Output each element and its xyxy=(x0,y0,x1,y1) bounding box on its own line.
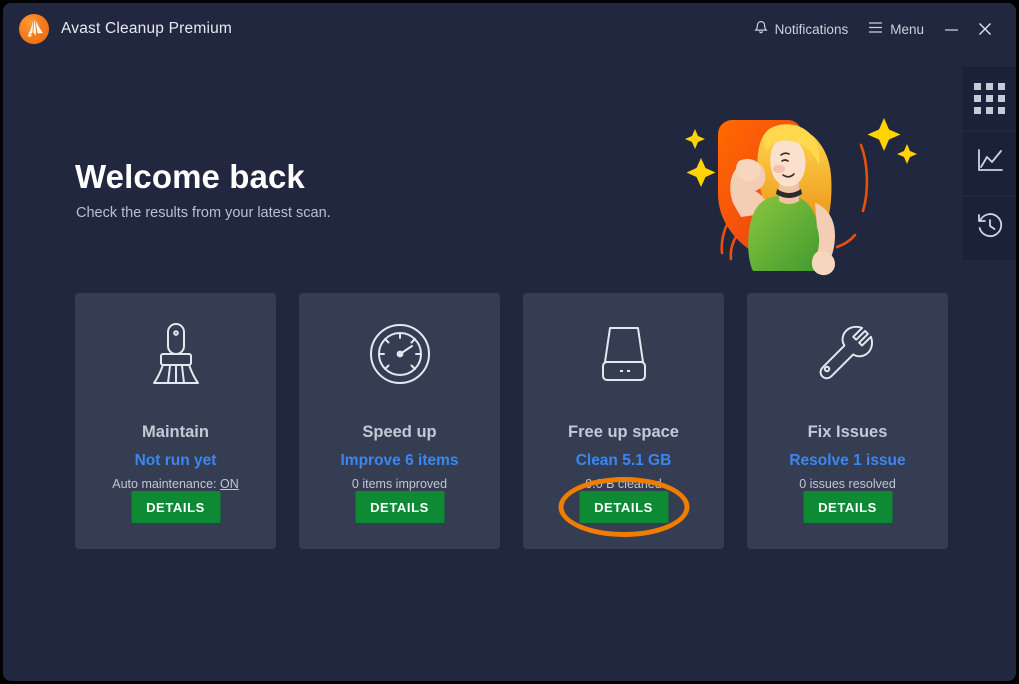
card-action-label: Clean 5.1 GB xyxy=(575,452,672,469)
page-subtitle: Check the results from your latest scan. xyxy=(76,205,331,221)
card-subtext: 0.0 B cleaned xyxy=(585,477,661,491)
line-chart-icon xyxy=(976,148,1004,179)
brand: Avast Cleanup Premium xyxy=(19,14,232,44)
card-fix-issues[interactable]: Fix Issues Resolve 1 issue 0 issues reso… xyxy=(747,293,948,549)
titlebar-controls: Notifications Menu xyxy=(744,14,1016,44)
sidebar-item-performance[interactable] xyxy=(963,132,1016,195)
title-bar: Avast Cleanup Premium Notifications Menu xyxy=(3,3,1016,55)
card-maintain[interactable]: Maintain Not run yet Auto maintenance: O… xyxy=(75,293,276,549)
details-button[interactable]: DETAILS xyxy=(355,491,444,523)
card-subtext-prefix: 0 issues resolved xyxy=(799,477,896,491)
card-action-label: Resolve 1 issue xyxy=(789,452,906,469)
speedometer-icon xyxy=(368,319,432,389)
hero-section: Welcome back Check the results from your… xyxy=(3,55,1016,285)
sidebar-item-history[interactable] xyxy=(963,197,1016,260)
feature-cards: Maintain Not run yet Auto maintenance: O… xyxy=(75,293,948,549)
card-speed-up[interactable]: Speed up Improve 6 items 0 items improve… xyxy=(299,293,500,549)
card-subtext-prefix: Auto maintenance: xyxy=(112,477,220,491)
card-title: Maintain xyxy=(142,423,209,441)
card-subtext: Auto maintenance: ON xyxy=(112,477,238,491)
sidebar-item-apps[interactable] xyxy=(963,67,1016,130)
app-title: Avast Cleanup Premium xyxy=(61,20,233,37)
card-title: Fix Issues xyxy=(807,423,888,441)
card-subtext: 0 issues resolved xyxy=(799,477,896,491)
avast-logo-icon xyxy=(19,14,49,44)
close-button[interactable] xyxy=(968,14,1002,44)
hard-drive-icon xyxy=(596,319,652,389)
broom-icon xyxy=(144,319,208,389)
hamburger-icon xyxy=(868,21,883,37)
menu-label: Menu xyxy=(890,21,924,37)
grid-apps-icon xyxy=(974,83,1005,114)
notifications-label: Notifications xyxy=(774,21,849,37)
bell-icon xyxy=(754,20,768,38)
page-title: Welcome back xyxy=(75,158,305,195)
flexing-woman-shield-illustration xyxy=(671,103,923,285)
wrench-icon xyxy=(816,319,880,389)
menu-button[interactable]: Menu xyxy=(858,15,934,43)
details-button[interactable]: DETAILS xyxy=(803,491,892,523)
card-subtext: 0 items improved xyxy=(352,477,447,491)
card-subtext-value[interactable]: ON xyxy=(220,477,239,491)
app-window: Avast Cleanup Premium Notifications Menu… xyxy=(3,3,1016,681)
history-clock-icon xyxy=(976,212,1004,245)
details-button[interactable]: DETAILS xyxy=(579,491,668,523)
card-action-label: Not run yet xyxy=(134,452,217,469)
card-subtext-prefix: 0.0 B cleaned xyxy=(585,477,662,491)
notifications-button[interactable]: Notifications xyxy=(744,14,859,44)
minimize-button[interactable] xyxy=(934,14,968,44)
card-subtext-prefix: 0 items improved xyxy=(351,477,448,491)
right-sidebar xyxy=(963,67,1016,260)
card-title: Speed up xyxy=(362,423,437,441)
card-title: Free up space xyxy=(568,423,679,441)
details-button[interactable]: DETAILS xyxy=(131,491,220,523)
card-free-up-space[interactable]: Free up space Clean 5.1 GB 0.0 B cleaned… xyxy=(523,293,724,549)
card-action-label: Improve 6 items xyxy=(340,452,459,469)
